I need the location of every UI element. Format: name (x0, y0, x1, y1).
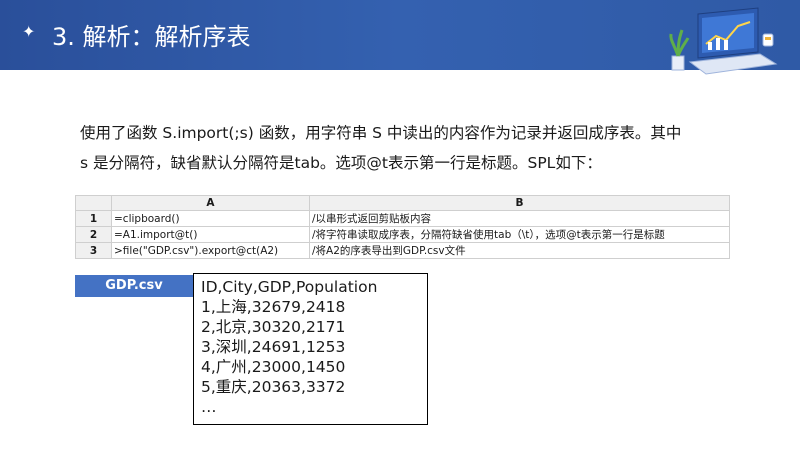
column-header-b: B (309, 195, 730, 211)
star-icon: ✦ (22, 22, 36, 41)
file-line: 2,北京,30320,2171 (201, 318, 346, 336)
page-title: 3. 解析：解析序表 (52, 23, 251, 51)
table-row: 2 =A1.import@t() /将字符串读取成序表，分隔符缺省使用tab（\… (75, 226, 730, 243)
table-row: 1 =clipboard() /以串形式返回剪贴板内容 (75, 210, 730, 227)
laptop-illustration-icon (669, 7, 778, 75)
row-number: 3 (75, 242, 112, 259)
file-line: 1,上海,32679,2418 (201, 298, 346, 316)
file-line: ID,City,GDP,Population (201, 278, 378, 296)
row-number: 2 (75, 226, 112, 243)
file-name-label: GDP.csv (75, 275, 193, 297)
header-banner: ✦ 3. 解析：解析序表 (0, 0, 800, 75)
description-line-2: s 是分隔符，缺省默认分隔符是tab。选项@t表示第一行是标题。SPL如下： (80, 154, 602, 172)
cell-a[interactable]: =A1.import@t() (111, 226, 310, 243)
cell-b[interactable]: /将字符串读取成序表，分隔符缺省使用tab（\t），选项@t表示第一行是标题 (309, 226, 730, 243)
table-header-row: A B (75, 195, 730, 211)
column-header-a: A (111, 195, 310, 211)
spl-code-table: A B 1 =clipboard() /以串形式返回剪贴板内容 2 =A1.im… (75, 195, 730, 259)
cell-a[interactable]: >file("GDP.csv").export@ct(A2) (111, 242, 310, 259)
file-line: 4,广州,23000,1450 (201, 358, 346, 376)
file-line: 3,深圳,24691,1253 (201, 338, 346, 356)
file-line: 5,重庆,20363,3372 (201, 378, 346, 396)
file-content-box: ID,City,GDP,Population 1,上海,32679,2418 2… (193, 273, 428, 425)
cell-b[interactable]: /将A2的序表导出到GDP.csv文件 (309, 242, 730, 259)
file-line: … (201, 398, 217, 416)
description-paragraph: 使用了函数 S.import(;s) 函数，用字符串 S 中读出的内容作为记录并… (80, 118, 730, 178)
cell-b[interactable]: /以串形式返回剪贴板内容 (309, 210, 730, 227)
cell-a[interactable]: =clipboard() (111, 210, 310, 227)
corner-header (75, 195, 112, 211)
description-line-1: 使用了函数 S.import(;s) 函数，用字符串 S 中读出的内容作为记录并… (80, 124, 682, 142)
table-row: 3 >file("GDP.csv").export@ct(A2) /将A2的序表… (75, 242, 730, 259)
row-number: 1 (75, 210, 112, 227)
